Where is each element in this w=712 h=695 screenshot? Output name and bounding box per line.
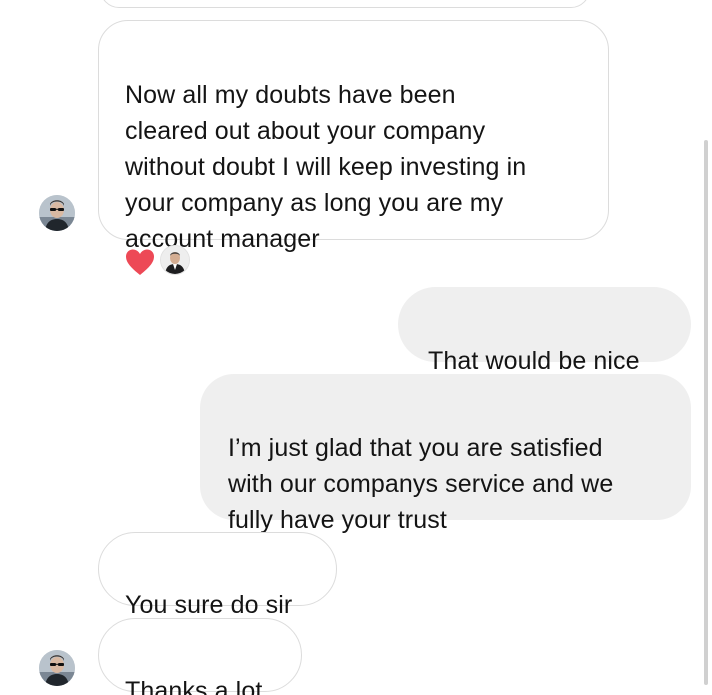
reaction-user-avatar — [160, 245, 190, 275]
received-message-bubble[interactable]: Thanks a lot — [98, 618, 302, 695]
scrollbar[interactable] — [704, 140, 708, 685]
person-with-sunglasses-icon — [39, 195, 75, 231]
sent-message-bubble[interactable]: I’m just glad that you are satisfied wit… — [200, 374, 691, 534]
contact-avatar[interactable] — [39, 650, 75, 686]
message-text: Thanks a lot — [125, 677, 263, 695]
person-with-sunglasses-icon — [39, 650, 75, 686]
message-text: That would be nice — [428, 347, 640, 375]
received-message-bubble[interactable]: Now all my doubts have been cleared out … — [98, 20, 609, 253]
heart-icon[interactable] — [124, 247, 156, 277]
sent-message-bubble[interactable]: That would be nice — [398, 287, 691, 375]
message-text: You sure do sir — [125, 591, 293, 619]
user-avatar-icon — [161, 246, 189, 274]
previous-message-bubble-edge — [100, 0, 590, 8]
message-text: I’m just glad that you are satisfied wit… — [228, 434, 614, 534]
received-message-bubble[interactable]: You sure do sir — [98, 532, 337, 619]
contact-avatar[interactable] — [39, 195, 75, 231]
chat-thread: Now all my doubts have been cleared out … — [0, 0, 712, 695]
message-text: Now all my doubts have been cleared out … — [125, 81, 527, 253]
